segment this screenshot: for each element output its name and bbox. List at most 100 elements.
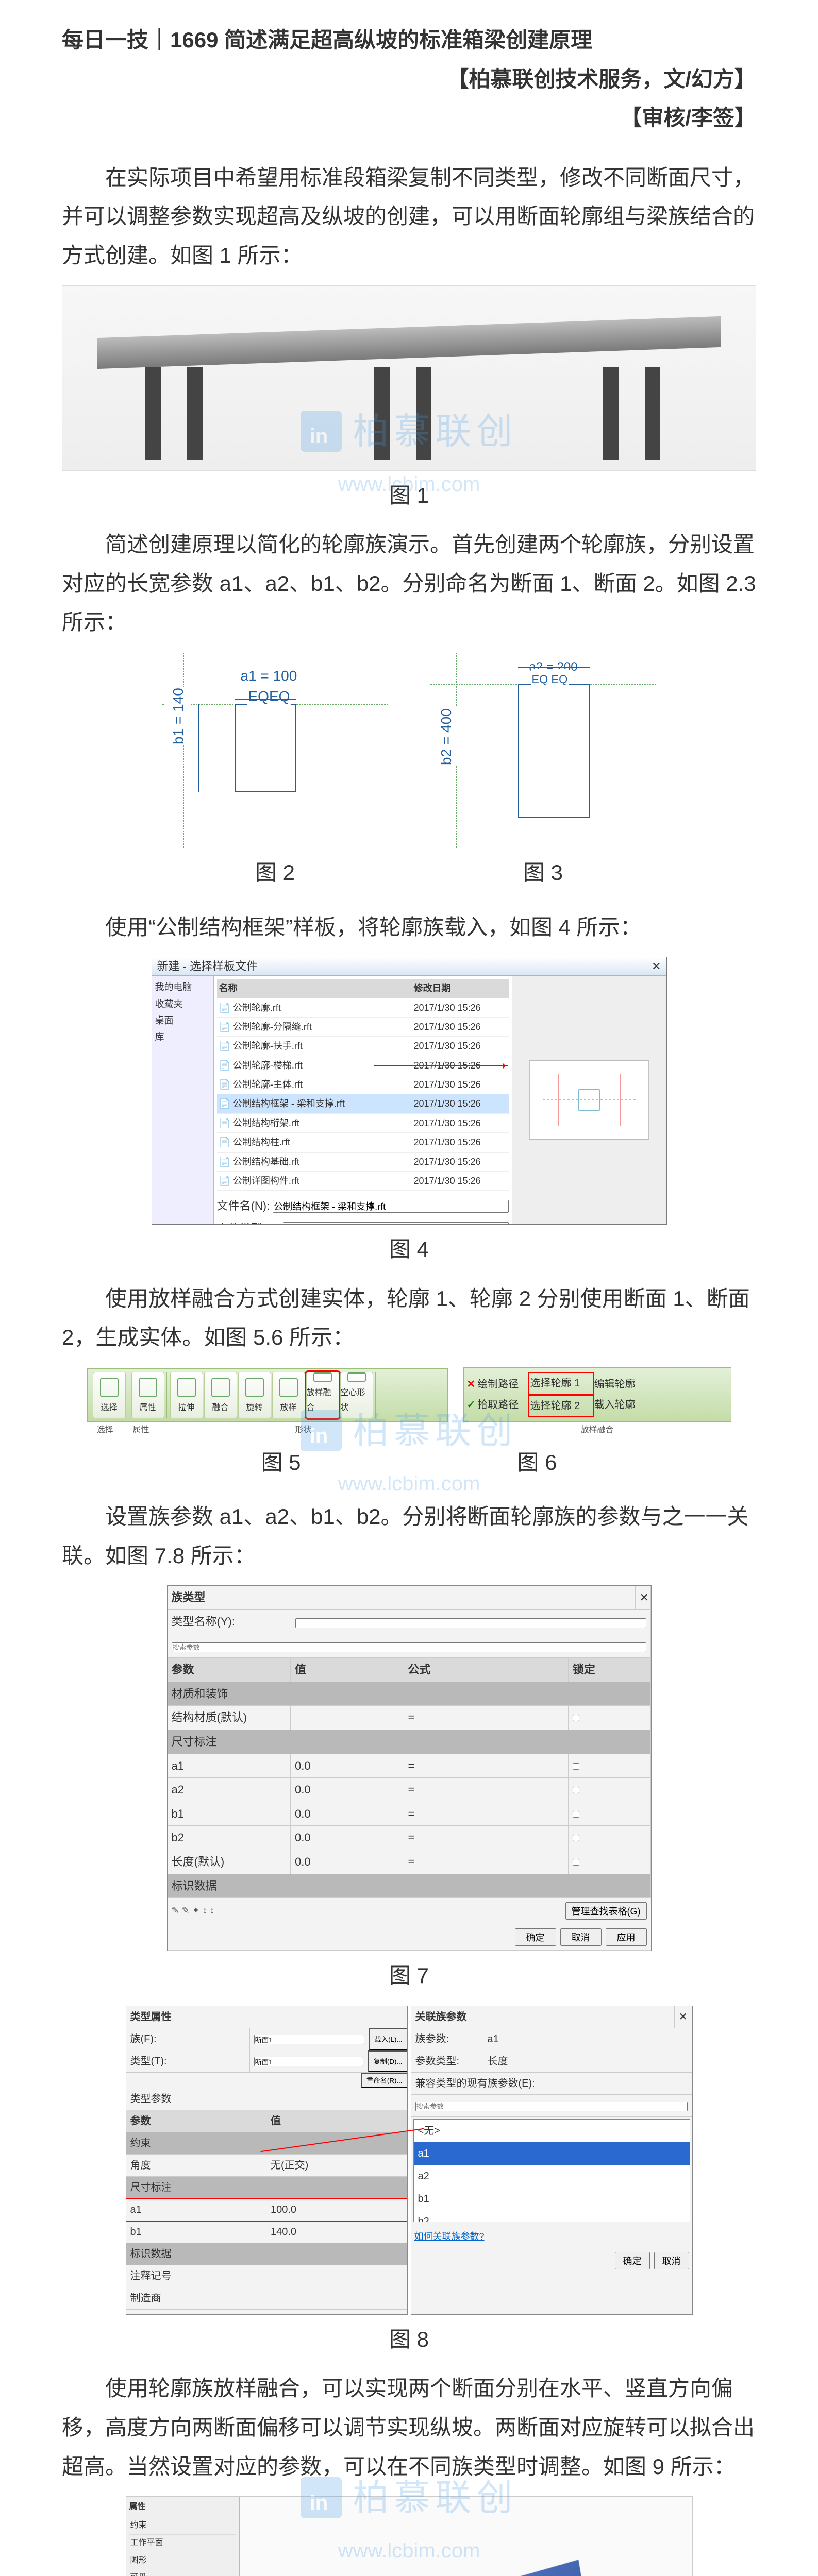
load-button[interactable]: 载入(L)...: [369, 2028, 407, 2050]
list-item[interactable]: a2: [414, 2165, 690, 2188]
col-lock: 锁定: [569, 1658, 651, 1682]
rb-select[interactable]: 选择: [93, 1372, 126, 1418]
param-row[interactable]: b20.0=: [168, 1826, 651, 1850]
file-row[interactable]: 📄 公制结构基础.rft2017/1/30 15:26: [217, 1153, 509, 1172]
file-row[interactable]: 📄 公制详图构件.rft2017/1/30 15:26: [217, 1172, 509, 1191]
cancel-button[interactable]: 取消: [560, 1928, 602, 1946]
title-line-2: 【柏慕联创技术服务，文/幻方】: [62, 60, 756, 99]
prop-row[interactable]: 可见: [129, 2569, 236, 2576]
type-name-input[interactable]: [295, 1618, 646, 1628]
draw-path-button[interactable]: ✕绘制路径: [467, 1375, 524, 1394]
param-row[interactable]: 长度(默认)0.0=: [168, 1850, 651, 1874]
paragraph-5: 设置族参数 a1、a2、b1、b2。分别将断面轮廓族的参数与之一一关联。如图 7…: [62, 1497, 756, 1575]
prop-title: 属性: [129, 2500, 236, 2517]
rb-prop[interactable]: 属性: [131, 1372, 164, 1418]
close-icon[interactable]: ✕: [652, 956, 661, 977]
file-row[interactable]: 📄 公制轮廓.rft2017/1/30 15:26: [217, 998, 509, 1018]
rb-extrude[interactable]: 拉伸: [170, 1372, 203, 1418]
col-name: 名称: [219, 980, 414, 996]
caption-3: 图 3: [523, 853, 563, 892]
param-row[interactable]: 注释记号: [126, 2265, 407, 2287]
annotation-arrow-icon: [374, 1065, 508, 1066]
col-formula: 公式: [404, 1658, 569, 1682]
schematic-2: a2 = 200 EQ EQ b2 = 400: [430, 652, 657, 848]
list-item[interactable]: a1: [414, 2142, 690, 2165]
caption-8: 图 8: [62, 2320, 756, 2359]
caption-6: 图 6: [517, 1443, 557, 1482]
search-input[interactable]: [172, 1642, 646, 1652]
pick-path-button[interactable]: ✓拾取路径: [467, 1396, 524, 1414]
param-row[interactable]: 型号: [126, 2310, 407, 2315]
file-row[interactable]: 📄 公制轮廓-扶手.rft2017/1/30 15:26: [217, 1037, 509, 1056]
rename-button[interactable]: 重命名(R)...: [361, 2073, 407, 2088]
nav-item[interactable]: 桌面: [155, 1012, 210, 1029]
select-profile-1-button[interactable]: 选择轮廓 1: [529, 1373, 593, 1394]
close-icon[interactable]: ✕: [675, 2006, 692, 2028]
rb-revolve[interactable]: 旋转: [238, 1372, 271, 1418]
cancel-button[interactable]: 取消: [654, 2252, 689, 2269]
list-item[interactable]: <无>: [414, 2120, 690, 2142]
type-select[interactable]: [254, 2057, 364, 2066]
rb-sweep[interactable]: 放样: [272, 1372, 305, 1418]
rb-void[interactable]: 空心形状: [340, 1372, 373, 1418]
file-row[interactable]: 📄 公制结构框架 - 梁和支撑.rft2017/1/30 15:26: [217, 1094, 509, 1113]
file-row[interactable]: 📄 公制结构桁架.rft2017/1/30 15:26: [217, 1114, 509, 1133]
file-row[interactable]: 📄 公制轮廓-分隔缝.rft2017/1/30 15:26: [217, 1018, 509, 1037]
param-row[interactable]: 结构材质(默认)=: [168, 1706, 651, 1730]
nav-item[interactable]: 库: [155, 1029, 210, 1045]
col-param: 参数: [168, 1658, 291, 1682]
list-item[interactable]: b1: [414, 2188, 690, 2210]
figure-2-3: a1 = 100 EQEQ b1 = 140 图 2 a2 = 200 EQ E…: [62, 652, 756, 903]
dup-button[interactable]: 复制(D)...: [368, 2050, 407, 2072]
param-row[interactable]: b10.0=: [168, 1802, 651, 1826]
apply-button[interactable]: 应用: [606, 1928, 647, 1946]
prop-row[interactable]: 工作平面: [129, 2535, 236, 2552]
dlg8-right-title: 关联族参数: [411, 2006, 675, 2028]
rb-sweep-blend[interactable]: 放样融合: [306, 1372, 339, 1418]
lock-checkbox[interactable]: [573, 1715, 579, 1721]
col-val: 值: [266, 2110, 407, 2132]
group-3: 标识数据: [168, 1874, 651, 1898]
figure-9: 属性 约束工作平面图形可见可见性/图...材质和装饰材质标识数据子类别实心/空心…: [62, 2496, 756, 2576]
paragraph-1: 在实际项目中希望用标准段箱梁复制不同类型，修改不同断面尺寸，并可以调整参数实现超…: [62, 158, 756, 275]
edit-profile-button[interactable]: 编辑轮廓: [594, 1375, 651, 1394]
schematic-1: a1 = 100 EQEQ b1 = 140: [162, 652, 389, 848]
caption-4: 图 4: [62, 1230, 756, 1269]
param-row[interactable]: a1100.0: [126, 2199, 407, 2221]
file-row[interactable]: 📄 公制轮廓-主体.rft2017/1/30 15:26: [217, 1075, 509, 1094]
ok-button[interactable]: 确定: [615, 2252, 650, 2269]
prop-row[interactable]: 图形: [129, 2552, 236, 2570]
list-item[interactable]: b2: [414, 2210, 690, 2222]
param-row[interactable]: b1140.0: [126, 2221, 407, 2243]
param-row[interactable]: 角度无(正交): [126, 2155, 407, 2177]
rlist-label: 兼容类型的现有族参数(E):: [411, 2073, 692, 2094]
load-profile-button[interactable]: 载入轮廓: [594, 1396, 651, 1414]
figure-1: 柏慕联创 www.lcbim.com: [62, 285, 756, 471]
family-select[interactable]: [254, 2035, 365, 2044]
prop-row[interactable]: 约束: [129, 2517, 236, 2535]
paragraph-4: 使用放样融合方式创建实体，轮廓 1、轮廓 2 分别使用断面 1、断面 2，生成实…: [62, 1279, 756, 1357]
search-input[interactable]: [415, 2102, 688, 2111]
figure-4: 新建 - 选择样板文件 ✕ 我的电脑 收藏夹 桌面 库 名称修改日期 📄 公制轮…: [62, 957, 756, 1225]
param-row[interactable]: 制造商: [126, 2287, 407, 2310]
param-row[interactable]: a20.0=: [168, 1778, 651, 1802]
type-name-label: 类型名称(Y):: [168, 1610, 291, 1634]
file-row[interactable]: 📄 公制结构柱.rft2017/1/30 15:26: [217, 1133, 509, 1152]
select-profile-2-button[interactable]: 选择轮廓 2: [529, 1396, 593, 1416]
dlg8-left-title: 类型属性: [126, 2006, 407, 2028]
param-listbox[interactable]: <无>a1a2b1b2: [413, 2119, 690, 2222]
file-type-input[interactable]: [283, 1222, 509, 1224]
close-icon[interactable]: ✕: [636, 1586, 651, 1609]
properties-panel: 属性 约束工作平面图形可见可见性/图...材质和装饰材质标识数据子类别实心/空心…: [126, 2497, 240, 2576]
rb-blend[interactable]: 融合: [204, 1372, 237, 1418]
ok-button[interactable]: 确定: [515, 1928, 556, 1946]
nav-item[interactable]: 收藏夹: [155, 996, 210, 1012]
file-name-input[interactable]: [273, 1200, 508, 1213]
help-link[interactable]: 如何关联族参数?: [414, 2231, 485, 2242]
manage-table-button[interactable]: 管理查找表格(G): [565, 1902, 647, 1920]
param-row[interactable]: a10.0=: [168, 1754, 651, 1778]
col-param: 参数: [126, 2110, 267, 2132]
paragraph-2: 简述创建原理以简化的轮廓族演示。首先创建两个轮廓族，分别设置对应的长宽参数 a1…: [62, 525, 756, 642]
dialog-title: 新建 - 选择样板文件: [157, 956, 258, 977]
nav-item[interactable]: 我的电脑: [155, 979, 210, 995]
